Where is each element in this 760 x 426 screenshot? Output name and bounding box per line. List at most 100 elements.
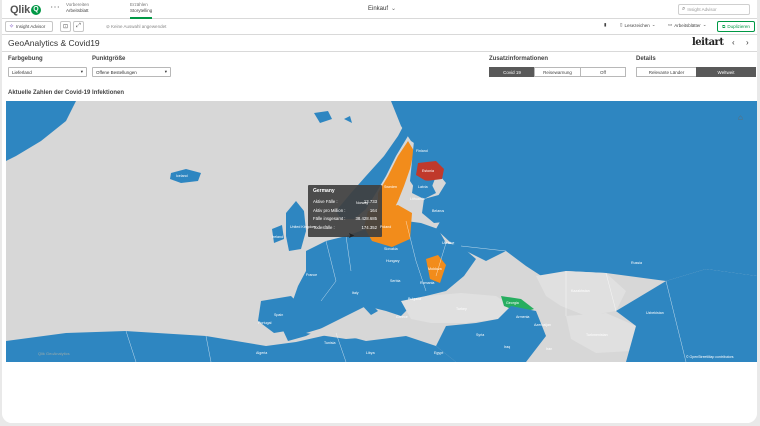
next-sheet-icon[interactable]: › (746, 38, 749, 47)
map-label-turkey: Turkey (456, 307, 467, 311)
more-icon[interactable]: ⋯ (50, 2, 60, 13)
covid-map[interactable]: ⌂ Qlik GeoAnalytics © OpenStreetMap cont… (6, 101, 757, 362)
app-title: Einkauf (368, 5, 389, 12)
map-label-egypt: Egypt (434, 351, 444, 355)
sheets-button[interactable]: ▭ Arbeitsblätter ⌄ (668, 22, 707, 28)
land-kazakhstan (536, 271, 626, 316)
sheet-title: GeoAnalytics & Covid19 (8, 38, 100, 48)
tooltip-label: Todesfälle : (313, 224, 335, 230)
sheets-icon: ▭ (668, 22, 673, 27)
prev-sheet-icon[interactable]: ‹ (732, 38, 735, 47)
tab-narrate-line2: Storytelling (130, 8, 153, 13)
land-svalbard (314, 111, 332, 123)
no-selection-text: ⊘ Keine Auswahl angewendet (106, 24, 166, 30)
map-attribution-right: © OpenStreetMap contributors (686, 355, 734, 359)
punktgroesse-label: Punktgröße (92, 56, 126, 62)
punktgroesse-select[interactable]: Offene Bestellungen ▾ (92, 67, 171, 77)
chart-title: Aktuelle Zahlen der Covid-19 Infektionen (8, 90, 125, 96)
map-label-hungary: Hungary (386, 259, 400, 263)
map-label-azerbaijan: Azerbaijan (534, 323, 551, 327)
chevron-down-icon: ▾ (164, 69, 167, 74)
tooltip-value: 164 (369, 207, 377, 213)
map-label-iran: Iran (546, 347, 553, 351)
tooltip-label: Aktive Fälle : (313, 199, 338, 204)
zusatz-covid-button[interactable]: Covid 19 (489, 67, 535, 77)
search-placeholder: Insight Advisor (687, 7, 717, 12)
map-label-uzbekistan: Uzbekistan (646, 311, 664, 315)
map-label-latvia: Latvia (418, 185, 428, 189)
zusatz-reisewarnung-button[interactable]: Reisewarnung (534, 67, 581, 77)
map-label-italy: Italy (352, 291, 359, 295)
bookmarks-label: Lesezeichen (624, 22, 650, 28)
duplicate-button[interactable]: ⧉ Duplizieren (717, 21, 755, 32)
details-toggle: Relevante Länder Weltweit (636, 67, 756, 77)
tooltip-row: Todesfälle : 174.352 (313, 224, 377, 233)
chevron-down-icon: ▾ (80, 69, 83, 74)
tab-narrate[interactable]: Erzählen Storytelling (130, 2, 153, 19)
tab-prepare-line2: Arbeitsblatt (66, 8, 89, 13)
app-title-dropdown[interactable]: Einkauf ⌄ (368, 5, 396, 13)
insight-icon: ✧ (9, 24, 15, 30)
logo-text: Qlik (10, 3, 30, 16)
map-label-finland: Finland (416, 149, 428, 153)
tooltip-value: 174.352 (361, 224, 377, 230)
details-relevant-button[interactable]: Relevante Länder (636, 67, 697, 77)
details-worldwide-button[interactable]: Weltweit (696, 67, 756, 77)
no-selection-label: Keine Auswahl angewendet (111, 24, 167, 29)
farbgebung-select[interactable]: Lieferland ▾ (8, 67, 87, 77)
tab-prepare[interactable]: Vorbereiten Arbeitsblatt (66, 2, 89, 14)
chevron-down-icon: ⌄ (702, 22, 707, 27)
insight-advisor-button[interactable]: ✧ Insight Advisor (5, 21, 53, 32)
land-north-africa (6, 331, 456, 362)
punktgroesse-value: Offene Bestellungen (96, 69, 137, 75)
map-label-moldova: Moldova (428, 267, 442, 271)
smart-search-icon[interactable]: ⊡ (60, 21, 71, 32)
top-bar: Qlik Q ⋯ Vorbereiten Arbeitsblatt Erzähl… (2, 0, 757, 19)
map-label-bulgaria: Bulgaria (408, 297, 422, 301)
qlik-logo[interactable]: Qlik Q (10, 3, 41, 16)
home-icon[interactable]: ⌂ (738, 113, 743, 122)
map-label-estonia: Estonia (422, 169, 434, 173)
zusatz-off-button[interactable]: Off (580, 67, 626, 77)
map-attribution-left: Qlik GeoAnalytics (38, 351, 70, 356)
insight-search-input[interactable]: ⌕ Insight Advisor (678, 4, 750, 15)
map-label-sweden: Sweden (384, 185, 397, 189)
map-label-russia: Russia (631, 261, 642, 265)
land-greenland (6, 101, 76, 161)
land-island (344, 116, 352, 123)
mouse-cursor-icon: ➤ (348, 231, 355, 240)
map-label-slovakia: Slovakia (384, 247, 398, 251)
map-label-georgia: Georgia (506, 301, 519, 305)
map-label-uk: United Kingdom (290, 225, 316, 229)
map-label-syria: Syria (476, 333, 485, 337)
selections-tool-icon[interactable]: ⤢ (73, 21, 84, 32)
tooltip-row: Fälle insgesamt : 38.428.685 (313, 215, 377, 224)
bookmarks-button[interactable]: ▯ Lesezeichen ⌄ (620, 22, 656, 28)
map-label-portugal: Portugal (258, 321, 272, 325)
map-label-armenia: Armenia (516, 315, 530, 319)
map-label-libya: Libya (366, 351, 375, 355)
details-label: Details (636, 56, 656, 62)
map-label-turkmenistan: Turkmenistan (586, 333, 608, 337)
map-label-ireland: Ireland (272, 235, 283, 239)
map-label-kazakhstan: Kazakhstan (571, 289, 590, 293)
map-label-romania: Romania (420, 281, 435, 285)
land-ireland (272, 225, 284, 243)
map-label-ukraine: Ukraine (442, 241, 455, 245)
insight-advisor-label: Insight Advisor (16, 24, 46, 29)
map-label-lithuania: Lithuania (410, 197, 425, 201)
country-tooltip: Germany Aktive Fälle : 13.733 Aktiv pro … (308, 185, 382, 237)
tooltip-label: Fälle insgesamt : (313, 216, 346, 221)
farbgebung-value: Lieferland (12, 69, 32, 75)
farbgebung-label: Farbgebung (8, 56, 43, 62)
tooltip-row: Aktiv pro Million : 164 (313, 207, 377, 216)
notes-icon[interactable]: ▮ (604, 22, 606, 28)
map-label-spain: Spain (274, 313, 284, 317)
duplicate-label: Duplizieren (727, 24, 750, 29)
bookmark-icon: ▯ (620, 22, 623, 27)
search-icon: ⌕ (682, 6, 686, 12)
logo-mark: Q (31, 4, 41, 15)
map-label-greece: Greece (396, 315, 408, 319)
tooltip-label: Aktiv pro Million : (313, 207, 346, 213)
divider (2, 51, 757, 52)
